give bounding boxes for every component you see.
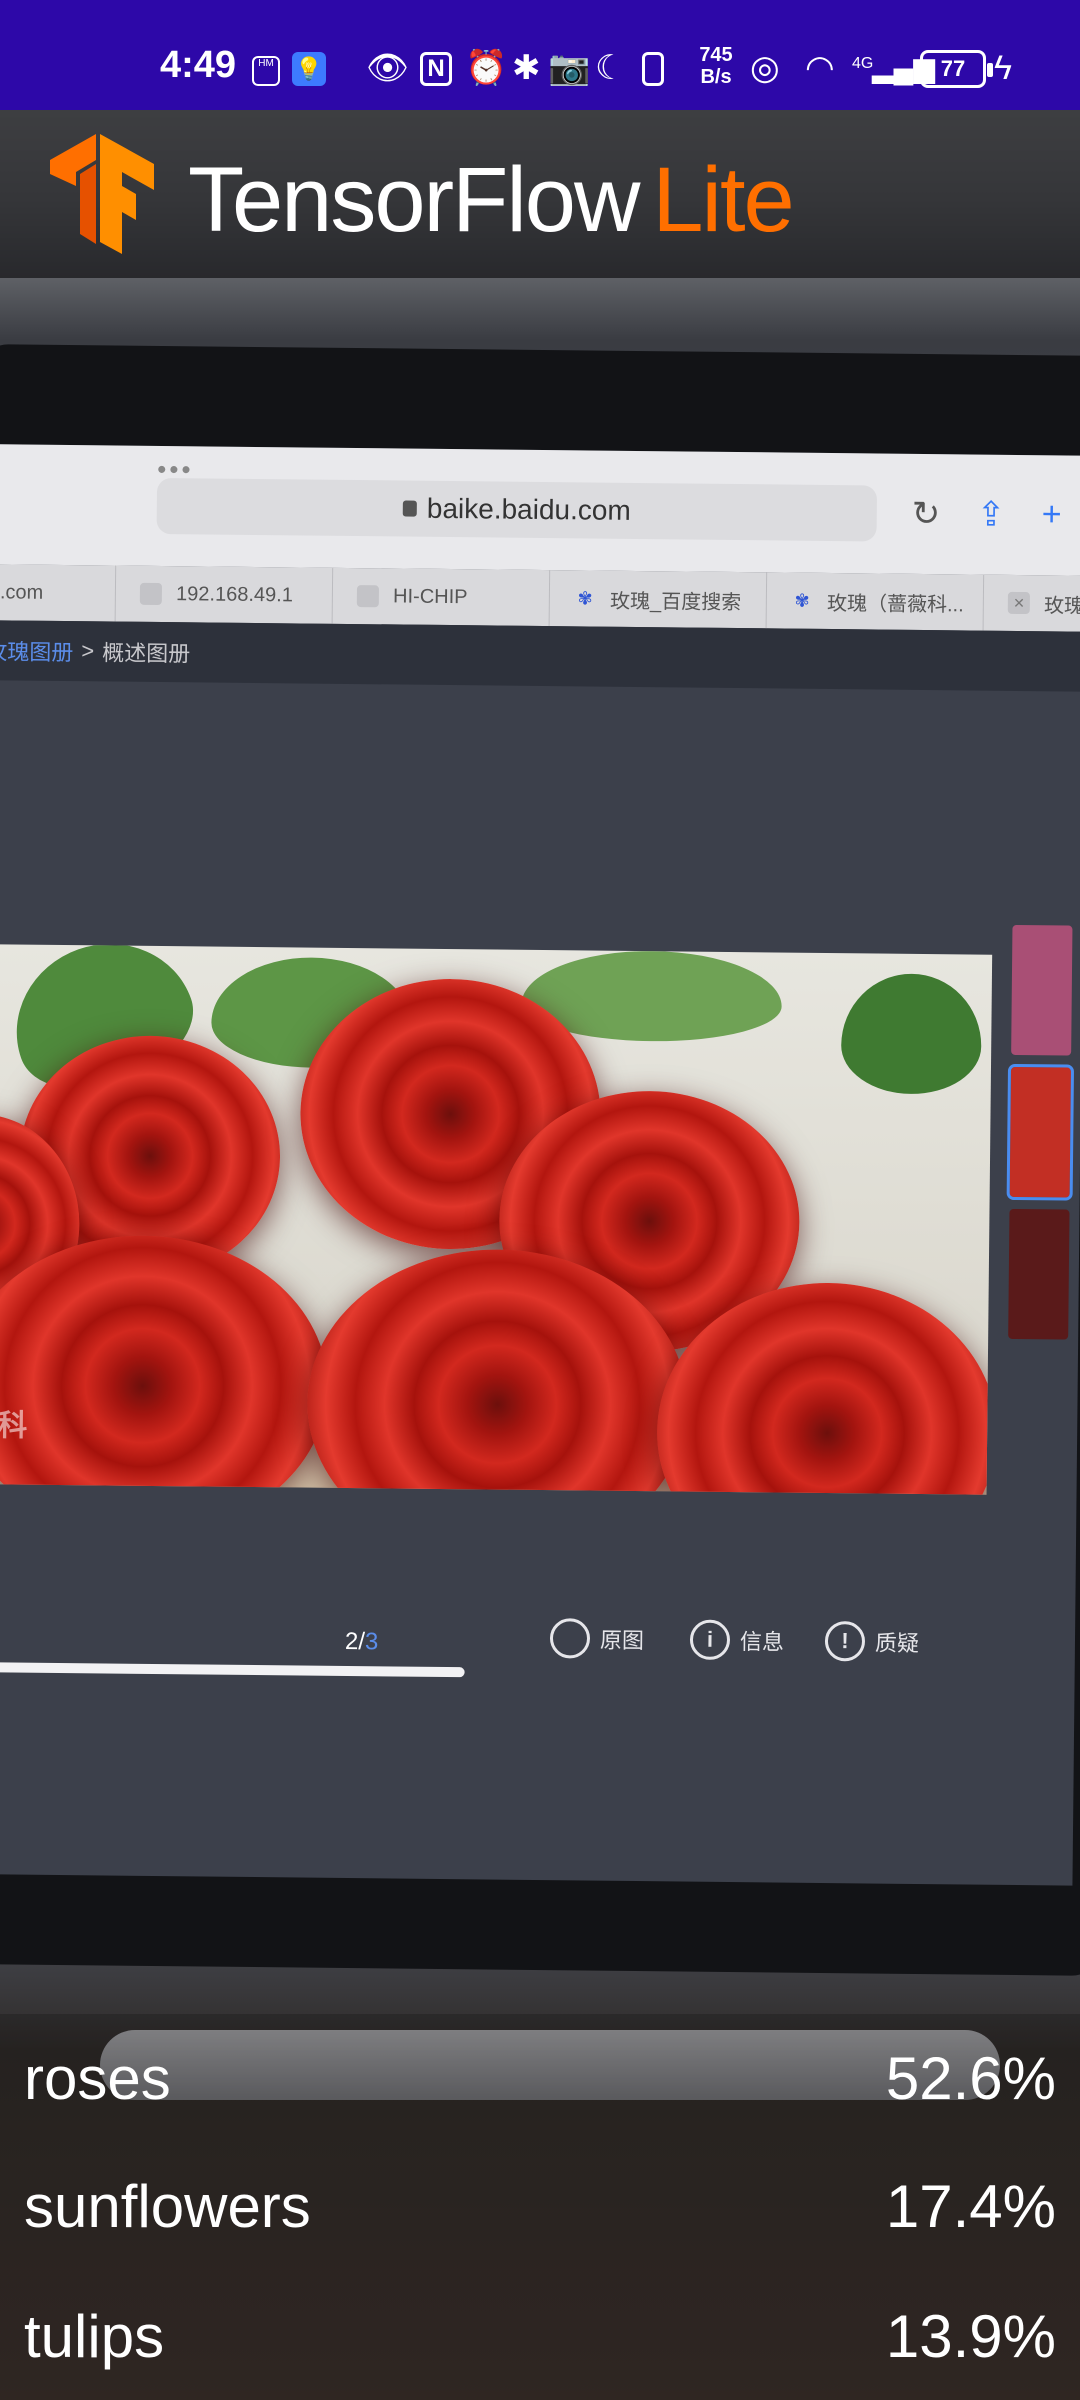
baidu-paw-icon: ✾ <box>577 588 593 609</box>
tablet-screen: ••• baike.baidu.com ↻ ⇪ + .com 192.168.4… <box>0 444 1080 1886</box>
new-tab-icon: + <box>1041 495 1062 534</box>
status-bar: 4:49 HM 💡 👁 N ⏰ ✱ 📷 ☾ 745 B/s ◎ ◠ 4G ▂▄▆… <box>0 0 1080 110</box>
hmos-icon: HM <box>252 56 280 86</box>
gallery-breadcrumb: 玫瑰图册 > 概述图册 <box>0 620 1080 692</box>
network-speed: 745 B/s <box>692 44 740 88</box>
dispute-label: 质疑 <box>874 1630 920 1656</box>
camera-icon: 📷 <box>548 49 591 87</box>
alarm-icon: ⏰ <box>465 49 508 87</box>
result-label: sunflowers <box>24 2173 311 2240</box>
thumbnail <box>1008 1208 1070 1340</box>
result-row: roses 52.6% <box>0 2014 1080 2142</box>
tablet-in-view: ••• baike.baidu.com ↻ ⇪ + .com 192.168.4… <box>0 344 1080 1976</box>
browser-tab-label: 玫瑰 <box>1043 594 1080 618</box>
gallery-toolbar: 2/3 原图 i 信息 ! 质疑 <box>0 1594 1075 1706</box>
browser-tab: ✾ 玫瑰_百度搜索 <box>549 570 768 629</box>
browser-url: baike.baidu.com <box>156 477 878 542</box>
eye-icon: 👁 <box>366 49 410 87</box>
gallery-counter-total: 3 <box>364 1628 379 1656</box>
leaf <box>840 973 982 1095</box>
magnifier-icon <box>549 1618 591 1659</box>
wifi-icon: ◠ <box>805 49 835 87</box>
browser-tab: ✕ 玫瑰 <box>983 574 1080 632</box>
app-screen: ••• baike.baidu.com ↻ ⇪ + .com 192.168.4… <box>0 0 1080 2400</box>
vibrate-icon <box>642 52 664 86</box>
result-row: tulips 13.9% <box>0 2272 1080 2400</box>
dispute-button: ! 质疑 <box>824 1621 920 1662</box>
original-image-button: 原图 <box>549 1618 645 1659</box>
nfc-icon: N <box>420 52 452 86</box>
breadcrumb-separator: > <box>81 638 95 664</box>
thumbnail <box>1011 924 1073 1056</box>
baike-watermark: 百科 <box>0 1409 28 1443</box>
rose <box>0 1233 330 1495</box>
charging-icon: ϟ <box>994 49 1012 87</box>
baidu-paw-icon: ✾ <box>794 590 810 611</box>
hotspot-icon: ◎ <box>750 49 780 87</box>
browser-url-text: baike.baidu.com <box>426 492 631 526</box>
exclamation-icon: ! <box>824 1621 866 1662</box>
browser-address-bar: ••• baike.baidu.com ↻ ⇪ + <box>0 444 1080 576</box>
info-label: 信息 <box>739 1629 785 1655</box>
classification-results: roses 52.6% sunflowers 17.4% tulips 13.9… <box>0 2014 1080 2400</box>
browser-tab: HI-CHIP <box>332 567 551 627</box>
thumbnail <box>1006 1063 1075 1201</box>
result-label: tulips <box>24 2303 165 2370</box>
gallery-counter-current: 2/ <box>344 1627 366 1656</box>
gallery-counter: 2/3 <box>345 1628 379 1656</box>
result-score: 13.9% <box>885 2303 1056 2370</box>
app-title: TensorFlow Lite <box>188 149 795 251</box>
browser-tab-label: 玫瑰（蔷薇科... <box>826 592 964 616</box>
breadcrumb-current: 概述图册 <box>102 640 191 667</box>
status-time: 4:49 <box>160 44 237 86</box>
browser-tab-label: 192.168.49.1 <box>175 582 294 606</box>
browser-tab-label: .com <box>0 580 44 604</box>
moon-icon: ☾ <box>595 49 626 87</box>
info-button: i 信息 <box>689 1619 785 1661</box>
result-row: sunflowers 17.4% <box>0 2142 1080 2270</box>
app-title-lite: Lite <box>652 149 794 251</box>
rose-photo: 百科 <box>0 943 993 1495</box>
tensorflow-logo-icon <box>50 134 154 254</box>
result-label: roses <box>24 2045 171 2112</box>
browser-tab: .com <box>0 564 117 622</box>
result-score: 17.4% <box>885 2173 1056 2240</box>
network-speed-value: 745 <box>699 44 733 66</box>
browser-tab-label: HI-CHIP <box>392 584 468 608</box>
browser-tab: ✾ 玫瑰（蔷薇科... <box>766 572 985 631</box>
browser-tab-label: 玫瑰_百度搜索 <box>609 590 742 614</box>
browser-tab: 192.168.49.1 <box>115 565 334 624</box>
app-bar: TensorFlow Lite <box>0 110 1080 278</box>
lock-icon <box>402 500 417 517</box>
info-icon: i <box>689 1619 731 1661</box>
signal-type: 4G <box>852 55 874 72</box>
battery-icon: 77 <box>920 50 993 88</box>
result-score: 52.6% <box>885 2045 1056 2112</box>
tab-favicon-icon <box>139 582 163 606</box>
reload-icon: ↻ <box>911 494 941 534</box>
app-title-tensorflow: TensorFlow <box>188 149 640 251</box>
original-image-label: 原图 <box>599 1627 645 1654</box>
breadcrumb-link: 玫瑰图册 <box>0 639 74 666</box>
tab-favicon-icon <box>356 585 380 608</box>
bluetooth-icon: ✱ <box>512 49 541 87</box>
network-speed-unit: B/s <box>700 66 732 88</box>
share-icon: ⇪ <box>976 495 1006 534</box>
tab-close-icon: ✕ <box>1007 591 1031 615</box>
bulb-icon: 💡 <box>292 52 326 86</box>
battery-level: 77 <box>940 56 966 81</box>
